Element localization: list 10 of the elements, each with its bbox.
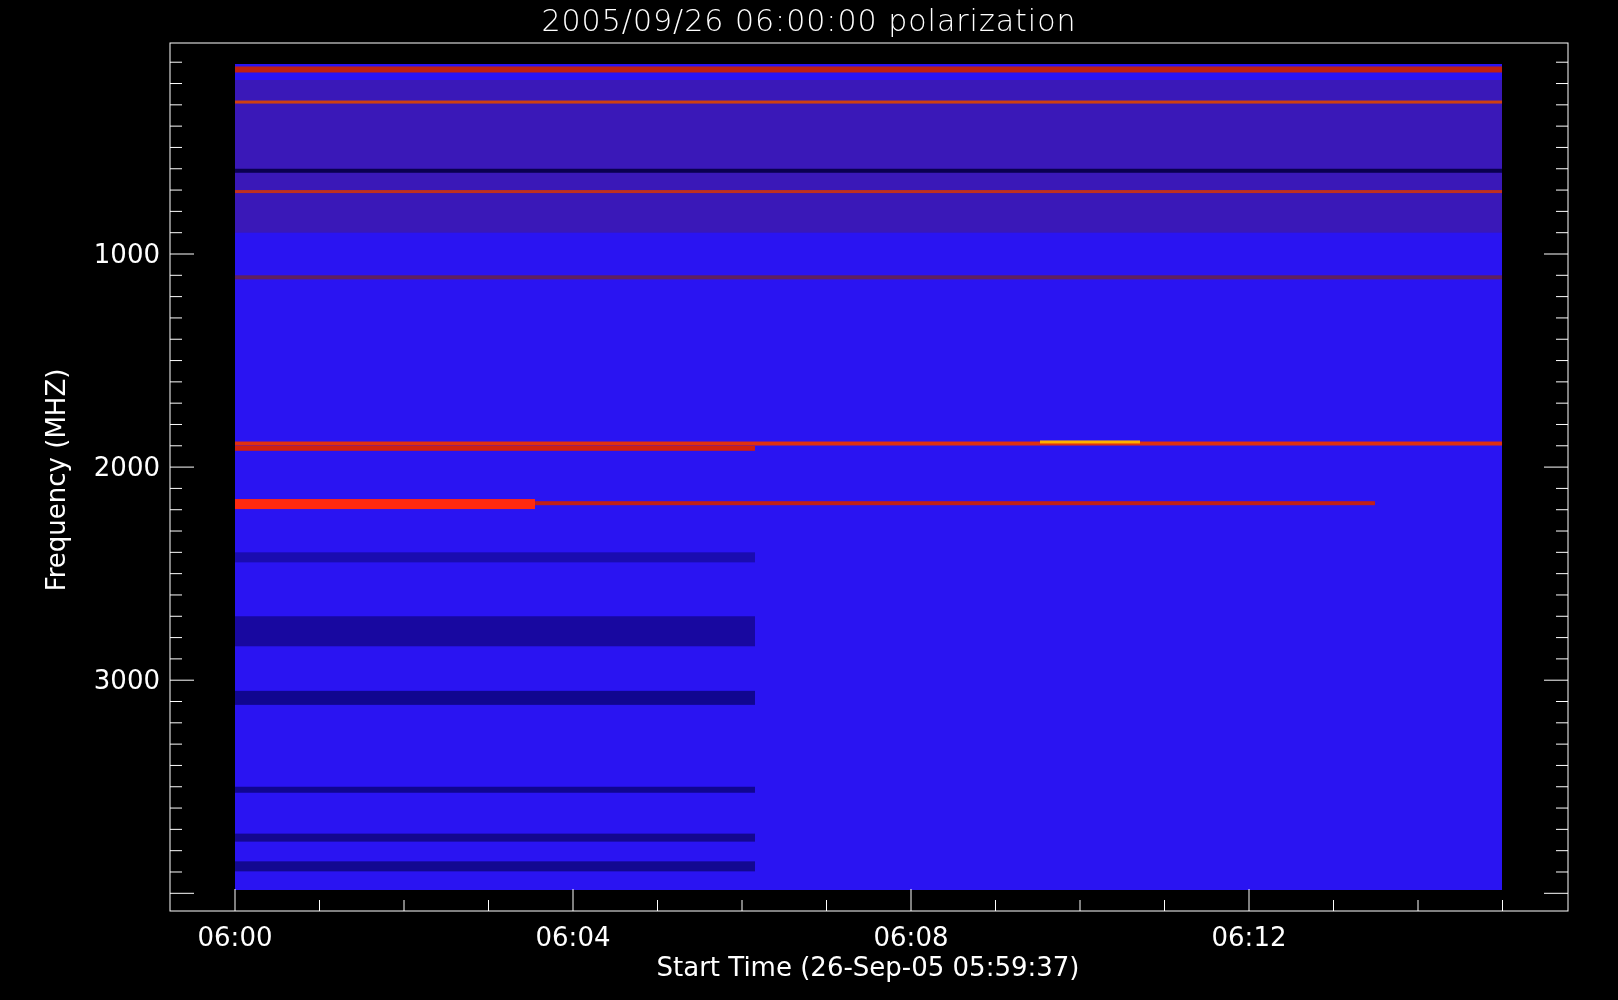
- x-axis-label: Start Time (26-Sep-05 05:59:37): [656, 952, 1080, 982]
- y-tick-label: 1000: [93, 239, 160, 269]
- y-tick-label: 2000: [93, 452, 160, 483]
- y-tick-label: 3000: [93, 665, 160, 696]
- x-tick-label: 06:00: [197, 922, 273, 952]
- y-axis-label: Frequency (MHZ): [41, 368, 71, 592]
- x-tick-label: 06:08: [873, 922, 949, 952]
- plot-title: 2005/09/26 06:00:00 polarization: [541, 2, 1077, 40]
- x-tick-label: 06:04: [535, 922, 611, 952]
- x-tick-label: 06:12: [1211, 922, 1287, 952]
